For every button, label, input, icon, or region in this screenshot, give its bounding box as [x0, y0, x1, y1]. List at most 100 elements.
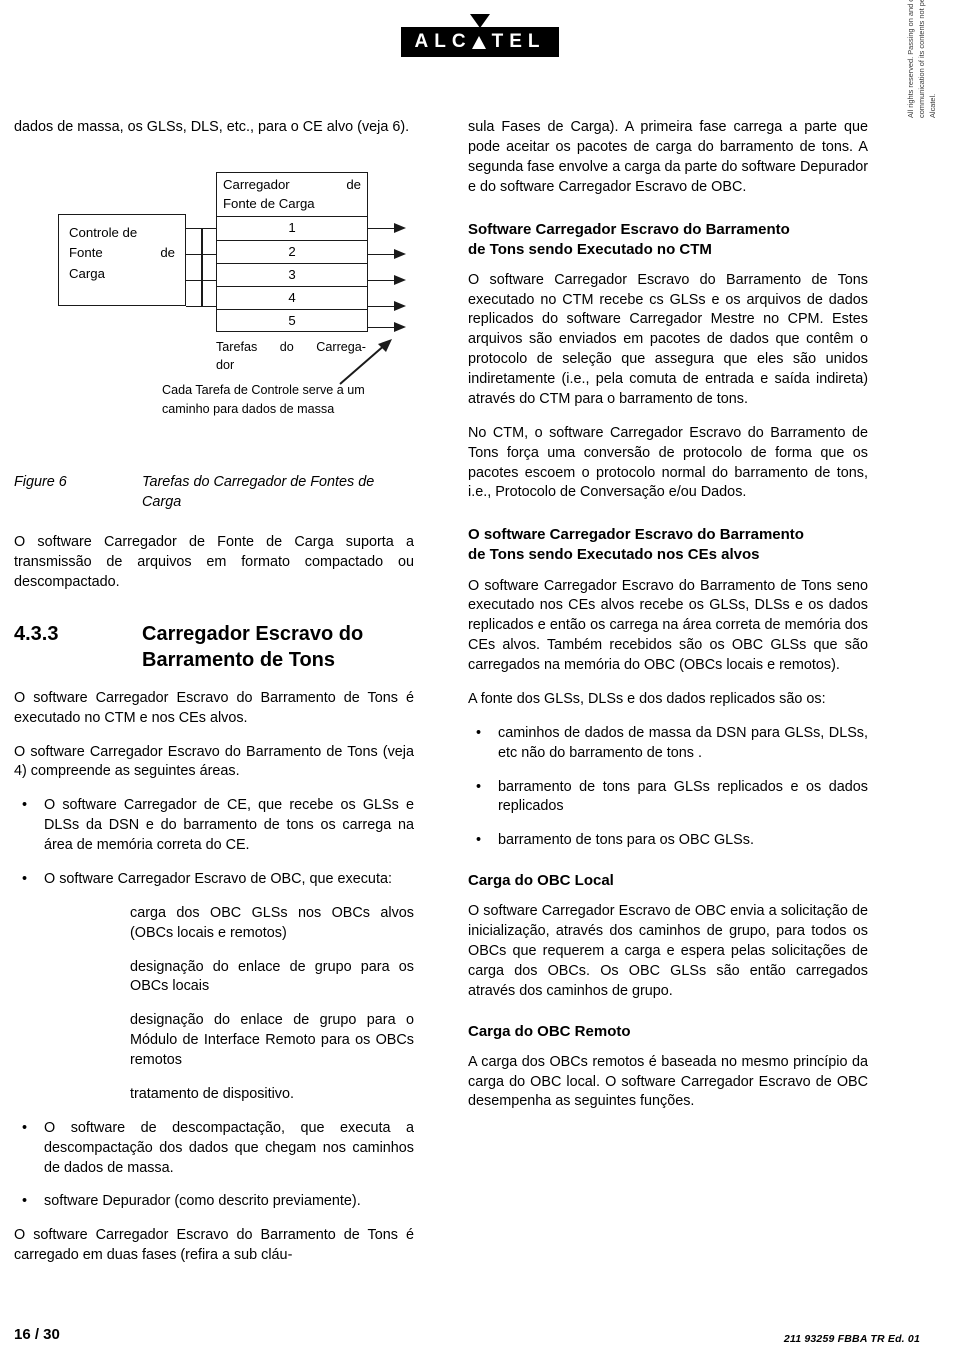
loader-box: Carregador de Fonte de Carga 1 2 3 4 5 — [216, 171, 368, 332]
logo-letter-t: T — [491, 31, 510, 52]
tasks-label-b: do — [279, 339, 294, 354]
left-paragraph-1: O software Carregador Escravo do Barrame… — [14, 689, 414, 726]
list-item: designação do enlace de grupo para os OB… — [130, 958, 414, 995]
bullet-text: caminhos de dados de massa da DSN para G… — [498, 724, 868, 761]
control-box: Controle de Fonte de Carga — [58, 213, 186, 306]
list-item: • barramento de tons para os OBC GLSs. — [468, 831, 868, 851]
left-column: dados de massa, os GLSs, DLS, etc., para… — [14, 118, 414, 1266]
bullet-icon: • — [476, 832, 482, 849]
bullet-text: barramento de tons para GLSs replicados … — [498, 778, 868, 815]
bullet-text: software Depurador (como descrito previa… — [44, 1193, 361, 1210]
bullet-text: O software Carregador de CE, que recebe … — [44, 797, 414, 854]
control-box-line2-b: de — [160, 245, 175, 261]
loader-box-title: Carregador de Fonte de Carga — [217, 173, 367, 218]
control-box-line2-a: Fonte — [69, 245, 103, 261]
section-title-line1: Carregador Escravo do — [142, 623, 364, 646]
right-heading-obc-local: Carga do OBC Local — [468, 872, 614, 890]
figure-6-diagram: Controle de Fonte de Carga Carregador de… — [14, 166, 414, 466]
output-arrow-3-icon — [394, 274, 406, 285]
right-heading-ctm: Software Carregador Escravo do Barrament… — [468, 220, 868, 260]
right-paragraph-1: sula Fases de Carga). A primeira fase ca… — [468, 119, 868, 195]
figure-caption-label: Figure 6 — [14, 473, 67, 490]
right-paragraph-5: A fonte dos GLSs, DLSs e dos dados repli… — [468, 690, 826, 707]
list-item: • O software Carregador Escravo de OBC, … — [14, 870, 414, 1105]
list-item: tratamento de dispositivo. — [130, 1085, 294, 1102]
section-title-line2: Barramento de Tons — [142, 648, 335, 671]
output-line-1 — [368, 227, 396, 230]
list-item: • O software de descompactação, que exec… — [14, 1119, 414, 1179]
list-item: • barramento de tons para GLSs replicado… — [468, 778, 868, 818]
right-paragraph-6: O software Carregador Escravo de OBC env… — [468, 903, 868, 999]
figure-note-text: Cada Tarefa de Controle serve a um camin… — [162, 382, 365, 416]
right-paragraph-2: O software Carregador Escravo do Barrame… — [468, 271, 868, 407]
bullet-icon: • — [22, 1119, 28, 1136]
output-arrow-5-icon — [394, 321, 406, 332]
logo-a-triangle-icon — [471, 36, 486, 49]
output-arrow-2-icon — [394, 248, 406, 259]
section-title: Carregador Escravo do Barramento de Tons — [142, 622, 414, 672]
right-paragraph-3: No CTM, o software Carregador Escravo do… — [468, 424, 868, 501]
bullet-icon: • — [22, 797, 28, 814]
intro-paragraph: dados de massa, os GLSs, DLS, etc., para… — [14, 119, 410, 135]
output-line-4 — [368, 305, 396, 308]
right-heading-ces-line1: O software Carregador Escravo do Barrame… — [468, 526, 804, 544]
bullet-icon: • — [22, 1193, 28, 1210]
logo-triangle-icon — [470, 14, 490, 28]
left-bullet-list-1: • O software Carregador de CE, que receb… — [14, 796, 414, 1105]
left-paragraph-2: O software Carregador Escravo do Barrame… — [14, 743, 414, 780]
logo-letter-c: C — [451, 31, 472, 52]
figure-caption: Figure 6 Tarefas do Carregador de Fontes… — [14, 472, 414, 513]
loader-row-2: 2 — [217, 241, 367, 264]
left-paragraph-3: O software Carregador Escravo do Barrame… — [14, 1227, 414, 1264]
tasks-label-a: Tarefas — [216, 339, 258, 354]
list-item: • O software Carregador de CE, que receb… — [14, 796, 414, 856]
left-sub-list: carga dos OBC GLSs nos OBCs alvos (OBCs … — [44, 904, 414, 1105]
right-heading-ces-line2: de Tons sendo Executado nos CEs alvos — [468, 546, 760, 564]
copyright-notice: All rights reserved. Passing on and copy… — [906, 0, 938, 118]
logo-letter-l: L — [434, 31, 452, 52]
list-item: • software Depurador (como descrito prev… — [14, 1192, 414, 1212]
control-box-line1: Controle de — [69, 224, 138, 240]
loader-row-4: 4 — [217, 287, 367, 311]
right-paragraph-4: O software Carregador Escravo do Barrame… — [468, 577, 868, 674]
figure-caption-text: Tarefas do Carregador de Fontes de Carga — [142, 473, 375, 511]
paragraph-after-figure: O software Carregador de Fonte de Carga … — [14, 533, 414, 590]
list-item: carga dos OBC GLSs nos OBCs alvos (OBCs … — [130, 904, 414, 941]
right-paragraph-7: A carga dos OBCs remotos é baseada no me… — [468, 1053, 868, 1110]
right-column: sula Fases de Carga). A primeira fase ca… — [468, 118, 868, 1112]
footer-page-number: 16 / 30 — [14, 1326, 60, 1343]
section-heading-4-3-3: 4.3.3 Carregador Escravo do Barramento d… — [14, 622, 414, 672]
right-bullet-list: • caminhos de dados de massa da DSN para… — [468, 724, 868, 851]
bullet-text: O software Carregador Escravo de OBC, qu… — [44, 870, 392, 887]
alcatel-logo: A L C T E L — [0, 14, 960, 57]
footer-document-reference: 211 93259 FBBA TR Ed. 01 — [783, 1333, 920, 1345]
output-arrow-4-icon — [394, 300, 406, 311]
output-line-3 — [368, 279, 396, 282]
control-box-line2: Fonte de — [69, 243, 175, 263]
right-heading-ctm-line1: Software Carregador Escravo do Barrament… — [468, 220, 790, 238]
bullet-icon: • — [476, 724, 482, 741]
bullet-icon: • — [22, 870, 28, 887]
loader-row-5: 5 — [288, 313, 296, 329]
right-heading-ctm-line2: de Tons sendo Executado no CTM — [468, 240, 712, 258]
loader-row-1: 1 — [217, 217, 367, 241]
bullet-text: barramento de tons para os OBC GLSs. — [498, 832, 754, 849]
right-heading-ces: O software Carregador Escravo do Barrame… — [468, 525, 868, 565]
connector-line-vertical — [201, 227, 203, 307]
loader-box-title-line2: Fonte de Carga — [223, 195, 315, 211]
output-line-2 — [368, 253, 396, 256]
logo-letter-l2: L — [527, 31, 546, 52]
loader-row-3: 3 — [217, 264, 367, 287]
bullet-icon: • — [476, 778, 482, 795]
logo-letter-e: E — [509, 31, 528, 52]
logo-wordmark: A L C T E L — [400, 27, 560, 57]
loader-title-b: de — [346, 176, 361, 192]
control-box-line3: Carga — [69, 265, 105, 281]
list-item: • caminhos de dados de massa da DSN para… — [468, 724, 868, 764]
bullet-text: O software de descompactação, que execut… — [44, 1119, 414, 1176]
list-item: designação do enlace de grupo para o Mód… — [130, 1012, 414, 1069]
loader-title-a: Carregador — [223, 176, 290, 192]
left-bullet-list-2: • O software de descompactação, que exec… — [14, 1119, 414, 1213]
right-heading-obc-remoto: Carga do OBC Remoto — [468, 1022, 631, 1040]
logo-letter-a: A — [414, 31, 435, 52]
